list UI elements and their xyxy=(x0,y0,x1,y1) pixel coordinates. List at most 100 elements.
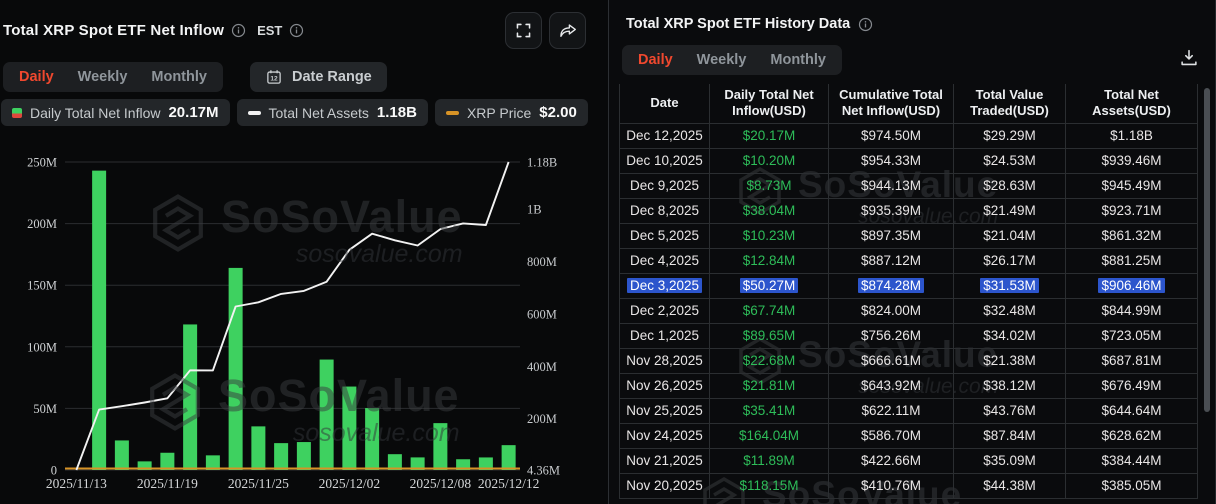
table-cell[interactable]: $385.05M xyxy=(1066,473,1198,498)
table-cell[interactable]: $12.84M xyxy=(710,248,829,273)
table-row[interactable]: Nov 26,2025$21.81M$643.92M$38.12M$676.49… xyxy=(620,373,1198,398)
table-cell[interactable]: $586.70M xyxy=(829,423,954,448)
table-cell[interactable]: $628.62M xyxy=(1066,423,1198,448)
table-cell[interactable]: $38.04M xyxy=(710,198,829,223)
table-cell[interactable]: Nov 25,2025 xyxy=(620,398,710,423)
table-cell[interactable]: $622.11M xyxy=(829,398,954,423)
table-cell[interactable]: $35.09M xyxy=(954,448,1066,473)
table-cell[interactable]: $954.33M xyxy=(829,148,954,173)
table-cell[interactable]: $844.99M xyxy=(1066,298,1198,323)
table-cell[interactable]: Nov 24,2025 xyxy=(620,423,710,448)
table-cell[interactable]: $861.32M xyxy=(1066,223,1198,248)
table-row[interactable]: Nov 21,2025$11.89M$422.66M$35.09M$384.44… xyxy=(620,448,1198,473)
table-cell[interactable]: $67.74M xyxy=(710,298,829,323)
bar-2025/11/26[interactable] xyxy=(274,443,288,470)
table-row[interactable]: Dec 12,2025$20.17M$974.50M$29.29M$1.18B xyxy=(620,123,1198,148)
table-row[interactable]: Nov 24,2025$164.04M$586.70M$87.84M$628.6… xyxy=(620,423,1198,448)
table-cell[interactable]: $8.73M xyxy=(710,173,829,198)
table-cell[interactable]: $38.12M xyxy=(954,373,1066,398)
table-scrollbar[interactable] xyxy=(1204,88,1210,412)
table-cell[interactable]: $164.04M xyxy=(710,423,829,448)
table-cell[interactable]: $118.15M xyxy=(710,473,829,498)
table-cell[interactable]: $644.64M xyxy=(1066,398,1198,423)
table-cell[interactable]: Dec 2,2025 xyxy=(620,298,710,323)
table-cell[interactable]: $28.63M xyxy=(954,173,1066,198)
table-row[interactable]: Dec 5,2025$10.23M$897.35M$21.04M$861.32M xyxy=(620,223,1198,248)
table-cell[interactable]: $897.35M xyxy=(829,223,954,248)
fullscreen-button[interactable] xyxy=(505,12,542,49)
bar-2025/11/28[interactable] xyxy=(297,442,311,470)
table-cell[interactable]: Dec 10,2025 xyxy=(620,148,710,173)
table-cell[interactable]: $410.76M xyxy=(829,473,954,498)
date-range-button[interactable]: 12 Date Range xyxy=(250,62,387,92)
table-cell[interactable]: $21.49M xyxy=(954,198,1066,223)
table-cell[interactable]: $887.12M xyxy=(829,248,954,273)
table-cell[interactable]: $945.49M xyxy=(1066,173,1198,198)
legend-chip-xrp-price[interactable]: XRP Price$2.00 xyxy=(435,99,588,126)
table-row[interactable]: Dec 3,2025$50.27M$874.28M$31.53M$906.46M xyxy=(620,273,1198,298)
table-cell[interactable]: $87.84M xyxy=(954,423,1066,448)
legend-chip-daily-total-net-inflow[interactable]: Daily Total Net Inflow20.17M xyxy=(1,99,230,126)
table-cell[interactable]: $21.38M xyxy=(954,348,1066,373)
table-cell[interactable]: $944.13M xyxy=(829,173,954,198)
table-cell[interactable]: $756.26M xyxy=(829,323,954,348)
table-cell[interactable]: $29.29M xyxy=(954,123,1066,148)
table-cell[interactable]: $10.20M xyxy=(710,148,829,173)
table-cell[interactable]: $1.18B xyxy=(1066,123,1198,148)
table-cell[interactable]: $20.17M xyxy=(710,123,829,148)
table-cell[interactable]: Nov 21,2025 xyxy=(620,448,710,473)
table-cell[interactable]: Dec 9,2025 xyxy=(620,173,710,198)
table-cell[interactable]: $874.28M xyxy=(829,273,954,298)
table-row[interactable]: Dec 9,2025$8.73M$944.13M$28.63M$945.49M xyxy=(620,173,1198,198)
table-cell[interactable]: $44.38M xyxy=(954,473,1066,498)
table-cell[interactable]: $939.46M xyxy=(1066,148,1198,173)
bar-2025/12/12[interactable] xyxy=(502,445,516,470)
tab-weekly[interactable]: Weekly xyxy=(69,66,137,88)
table-cell[interactable]: Dec 8,2025 xyxy=(620,198,710,223)
tab-daily[interactable]: Daily xyxy=(629,49,682,71)
info-icon[interactable] xyxy=(858,17,873,32)
tab-daily[interactable]: Daily xyxy=(10,66,63,88)
table-cell[interactable]: $974.50M xyxy=(829,123,954,148)
table-cell[interactable]: $824.00M xyxy=(829,298,954,323)
table-cell[interactable]: Dec 3,2025 xyxy=(620,273,710,298)
share-button[interactable] xyxy=(549,12,586,49)
tab-monthly[interactable]: Monthly xyxy=(142,66,216,88)
tab-weekly[interactable]: Weekly xyxy=(688,49,756,71)
table-cell[interactable]: $24.53M xyxy=(954,148,1066,173)
table-cell[interactable]: Dec 4,2025 xyxy=(620,248,710,273)
bar-2025/11/17[interactable] xyxy=(115,440,129,470)
table-cell[interactable]: $666.61M xyxy=(829,348,954,373)
table-cell[interactable]: $89.65M xyxy=(710,323,829,348)
table-cell[interactable]: $422.66M xyxy=(829,448,954,473)
table-row[interactable]: Nov 28,2025$22.68M$666.61M$21.38M$687.81… xyxy=(620,348,1198,373)
table-cell[interactable]: Nov 28,2025 xyxy=(620,348,710,373)
table-cell[interactable]: $687.81M xyxy=(1066,348,1198,373)
table-cell[interactable]: $643.92M xyxy=(829,373,954,398)
bar-2025/11/25[interactable] xyxy=(251,426,265,470)
table-cell[interactable]: $906.46M xyxy=(1066,273,1198,298)
table-cell[interactable]: $21.81M xyxy=(710,373,829,398)
legend-chip-total-net-assets[interactable]: Total Net Assets1.18B xyxy=(237,99,428,126)
bar-2025/11/24[interactable] xyxy=(229,268,243,470)
table-row[interactable]: Dec 10,2025$10.20M$954.33M$24.53M$939.46… xyxy=(620,148,1198,173)
download-button[interactable] xyxy=(1178,47,1200,74)
table-cell[interactable]: Dec 12,2025 xyxy=(620,123,710,148)
table-cell[interactable]: $881.25M xyxy=(1066,248,1198,273)
table-row[interactable]: Dec 2,2025$67.74M$824.00M$32.48M$844.99M xyxy=(620,298,1198,323)
table-cell[interactable]: $22.68M xyxy=(710,348,829,373)
table-cell[interactable]: Dec 5,2025 xyxy=(620,223,710,248)
table-row[interactable]: Nov 20,2025$118.15M$410.76M$44.38M$385.0… xyxy=(620,473,1198,498)
info-icon[interactable] xyxy=(231,23,246,38)
bar-2025/11/20[interactable] xyxy=(183,324,197,470)
bar-2025/12/02[interactable] xyxy=(342,387,356,470)
table-row[interactable]: Nov 25,2025$35.41M$622.11M$43.76M$644.64… xyxy=(620,398,1198,423)
table-cell[interactable]: Nov 20,2025 xyxy=(620,473,710,498)
inflow-chart[interactable]: 050M100M150M200M250M4.36M200M400M600M800… xyxy=(0,140,596,504)
table-row[interactable]: Dec 1,2025$89.65M$756.26M$34.02M$723.05M xyxy=(620,323,1198,348)
bar-2025/12/08[interactable] xyxy=(433,423,447,470)
table-cell[interactable]: $34.02M xyxy=(954,323,1066,348)
table-cell[interactable]: $676.49M xyxy=(1066,373,1198,398)
tab-monthly[interactable]: Monthly xyxy=(761,49,835,71)
table-cell[interactable]: $26.17M xyxy=(954,248,1066,273)
